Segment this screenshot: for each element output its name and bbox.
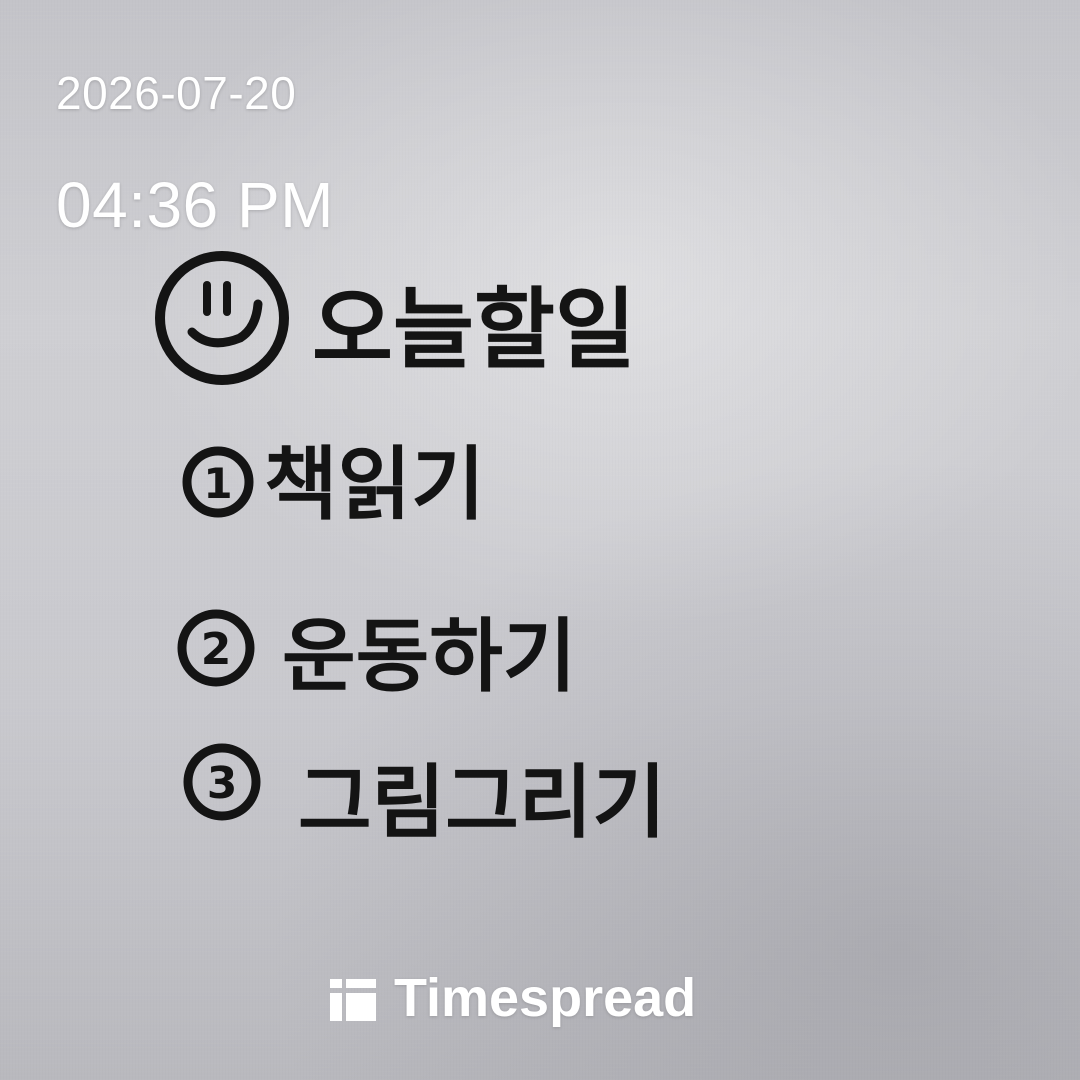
photo: 2026-07-20 04:36 PM 오늘할일 1 책읽기 2 운동하기 3 … [0, 0, 1080, 1080]
item-number: 1 [203, 459, 232, 508]
handwritten-note: 오늘할일 1 책읽기 2 운동하기 3 그림그리기 [155, 251, 666, 849]
watermark-brand: Timespread [394, 968, 697, 1028]
list-item: 1 책읽기 [182, 438, 485, 531]
note-title: 오늘할일 [312, 278, 636, 381]
item-text: 운동하기 [282, 610, 576, 703]
timespread-logo-icon [330, 975, 376, 1021]
smiley-face-icon [155, 251, 289, 385]
item-text: 그림그리기 [298, 756, 666, 849]
list-item: 2 운동하기 [177, 609, 576, 703]
list-item: 3 그림그리기 [183, 743, 666, 849]
watermark: Timespread [330, 970, 696, 1026]
item-number: 2 [201, 624, 232, 675]
item-text: 책읽기 [264, 438, 485, 531]
item-number: 3 [207, 758, 238, 809]
